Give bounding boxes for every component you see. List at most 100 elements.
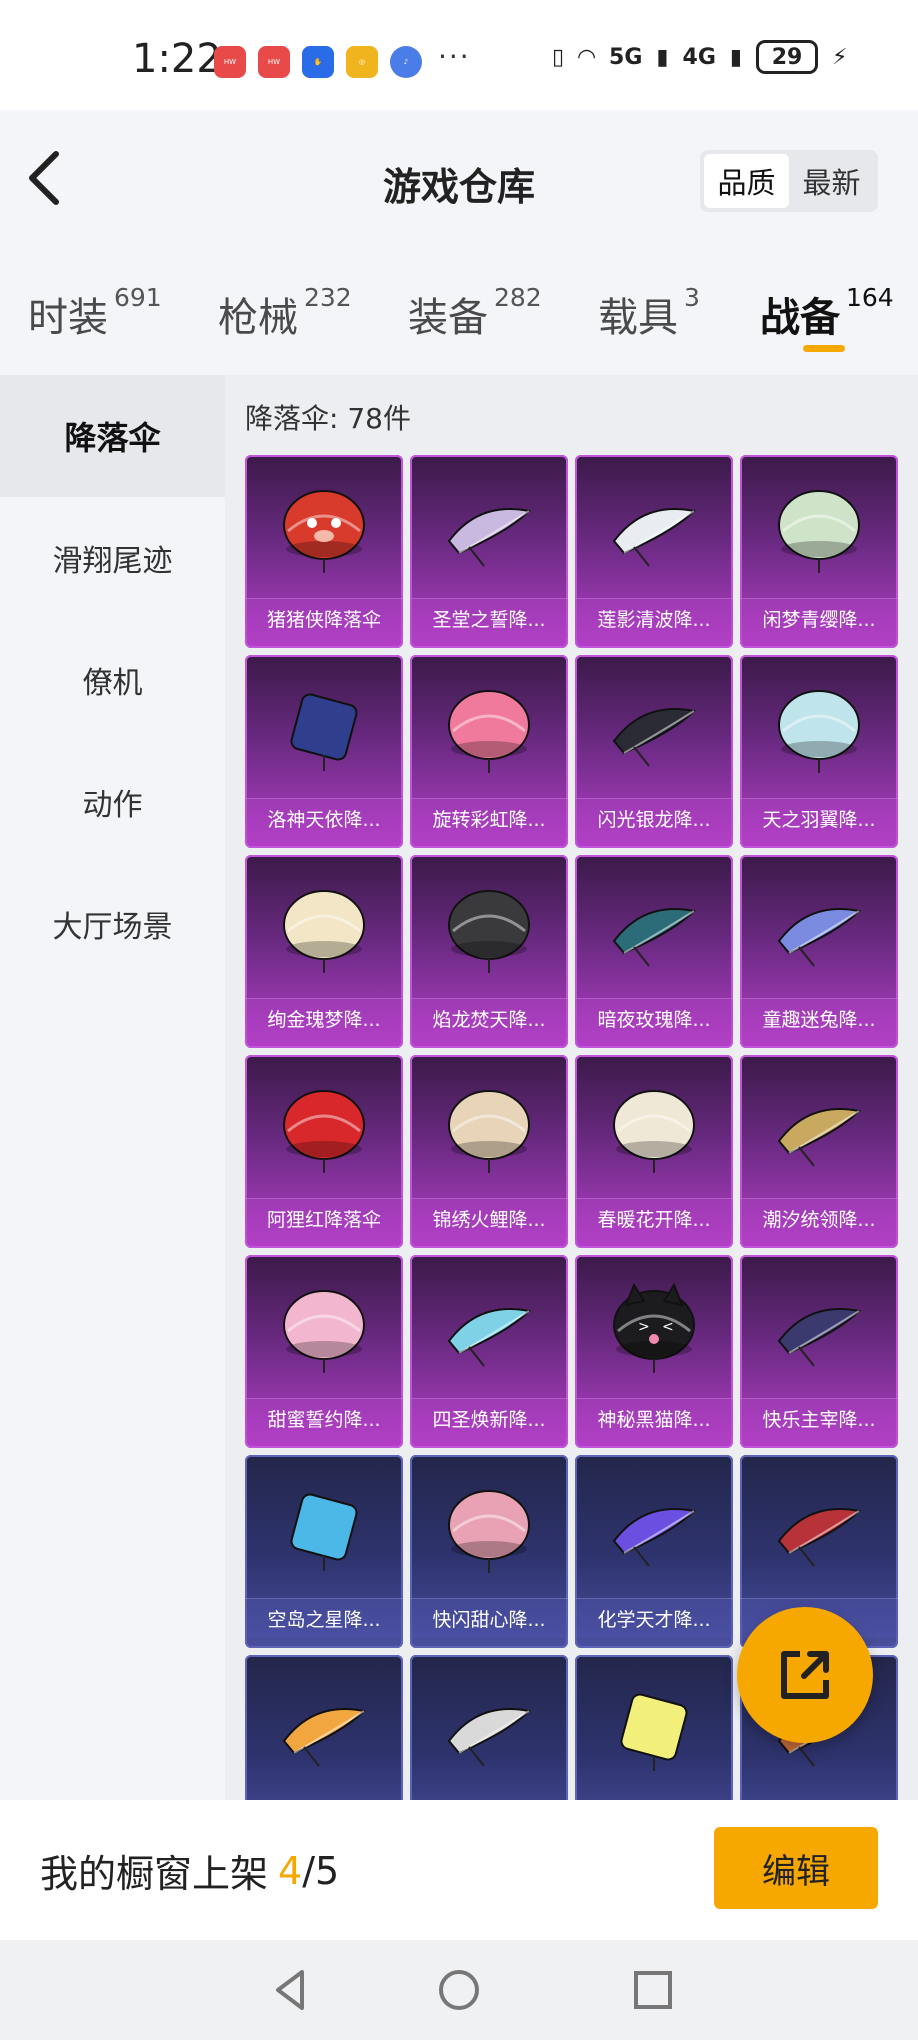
signal-4g-icon: 4G [682,44,716,70]
tab-label: 枪械 [218,295,298,341]
glider-icon [612,1508,697,1567]
nav-recents-icon[interactable] [634,1971,672,2009]
tab-label: 战备 [760,295,840,341]
item-name: 化学天才降... [575,1598,733,1638]
bottom-bar: 我的橱窗上架 4 /5 编辑 [0,1800,918,1940]
tab-fashion[interactable]: 时装 691 [28,283,162,343]
item-name: 四圣焕新降... [410,1398,568,1438]
item-name: 空岛之星降... [245,1598,403,1638]
showcase-total: /5 [302,1848,340,1893]
item-card[interactable]: 圣堂之誓降... [410,455,568,648]
item-card[interactable]: 四圣焕新降... [410,1255,568,1448]
wing-glider-icon [447,508,532,567]
sort-quality-option[interactable]: 品质 [704,154,789,208]
item-card[interactable] [575,1655,733,1800]
item-card[interactable]: 暗夜玫瑰降... [575,855,733,1048]
item-card[interactable]: 空岛之星降... [245,1455,403,1648]
share-button[interactable] [737,1607,873,1743]
item-card[interactable]: 莲影清波降... [575,455,733,648]
sidebar-item-parachute[interactable]: 降落伞 [0,375,225,497]
sort-toggle: 品质 最新 [700,150,878,212]
item-name: 神秘黑猫降... [575,1398,733,1438]
item-card[interactable]: 天之羽翼降... [740,655,898,848]
tab-count: 3 [684,283,700,312]
nav-back-icon[interactable] [276,1970,304,2010]
item-card[interactable] [410,1655,568,1800]
item-card[interactable]: 潮汐统领降... [740,1055,898,1248]
item-card[interactable]: 洛神天依降... [245,655,403,848]
svg-text:>: > [638,1319,650,1335]
item-card[interactable]: 闪光银龙降... [575,655,733,848]
item-name: 莲影清波降... [575,598,733,638]
tab-label: 装备 [408,295,488,341]
parachute-icon [283,1090,365,1173]
system-nav-bar [0,1940,918,2040]
square-parachute-icon [290,1493,358,1571]
glider-icon [777,1508,862,1567]
sidebar-item-lobby-scene[interactable]: 大厅场景 [0,863,225,985]
item-name: 暗夜玫瑰降... [575,998,733,1038]
active-tab-indicator [803,345,845,352]
signal-bars-icon: ▮ [729,44,742,70]
item-name: 圣堂之誓降... [410,598,568,638]
battery-icon: 29 [756,40,818,74]
item-card[interactable]: 闲梦青缨降... [740,455,898,648]
item-card[interactable]: 阿狸红降落伞 [245,1055,403,1248]
hand-app-icon: ✋ [302,46,334,78]
tab-count: 282 [494,283,542,312]
item-card[interactable]: 旋转彩虹降... [410,655,568,848]
notification-icons: HW HW ✋ ◎ ♪ [214,46,422,78]
item-card[interactable]: 猪猪侠降落伞 [245,455,403,648]
status-time: 1:22 [132,36,222,82]
item-name: 快乐主宰降... [740,1398,898,1438]
item-name: 春暖花开降... [575,1198,733,1238]
item-card[interactable] [245,1655,403,1800]
item-card[interactable]: > < 神秘黑猫降... [575,1255,733,1448]
showcase-count: 4 [278,1848,303,1893]
tab-equipment[interactable]: 装备 282 [408,283,542,343]
music-app-icon: ♪ [390,46,422,78]
item-card[interactable]: 锦绣火鲤降... [410,1055,568,1248]
parachute-icon [448,690,530,773]
item-card[interactable]: 化学天才降... [575,1455,733,1648]
glider-icon [447,1708,532,1767]
wifi-icon: ◠ [578,44,596,70]
sidebar-item-glide-trail[interactable]: 滑翔尾迹 [0,497,225,619]
category-tabs: 时装 691 枪械 232 装备 282 载具 3 战备 164 [0,245,918,375]
item-card[interactable]: 童趣迷兔降... [740,855,898,1048]
tab-vehicles[interactable]: 载具 3 [598,283,700,343]
glider-icon [777,908,862,967]
item-name: 旋转彩虹降... [410,798,568,838]
item-panel: 降落伞: 78件 猪猪侠降落伞 圣堂之誓降... 莲影清波降... 闲梦青缨降... 洛… [225,375,918,1800]
tab-guns[interactable]: 枪械 232 [218,283,352,343]
parachute-icon [448,890,530,973]
item-card[interactable]: 春暖花开降... [575,1055,733,1248]
sidebar-item-emote[interactable]: 动作 [0,741,225,863]
sidebar-item-wingman[interactable]: 僚机 [0,619,225,741]
item-name: 闲梦青缨降... [740,598,898,638]
huawei-app-icon: HW [258,46,290,78]
item-card[interactable]: 快闪甜心降... [410,1455,568,1648]
cat-parachute-icon: > < [613,1282,695,1373]
parachute-icon [283,1290,365,1373]
glider-icon [612,708,697,767]
sidebar: 降落伞 滑翔尾迹 僚机 动作 大厅场景 [0,375,225,1800]
item-card[interactable]: 快乐主宰降... [740,1255,898,1448]
glider-icon [777,1308,862,1367]
parachute-icon [778,490,860,573]
game-app-icon: ◎ [346,46,378,78]
item-name: 焰龙焚天降... [410,998,568,1038]
item-card[interactable]: 甜蜜誓约降... [245,1255,403,1448]
glider-icon [612,908,697,967]
item-card[interactable]: 焰龙焚天降... [410,855,568,1048]
item-name: 童趣迷兔降... [740,998,898,1038]
tab-gear[interactable]: 战备 164 [760,283,894,343]
edit-button[interactable]: 编辑 [714,1827,878,1909]
nav-home-icon[interactable] [439,1970,479,2010]
svg-text:<: < [662,1319,674,1335]
page-header: 游戏仓库 品质 最新 [0,110,918,245]
item-name: 锦绣火鲤降... [410,1198,568,1238]
sort-newest-option[interactable]: 最新 [789,154,874,208]
item-card[interactable]: 绚金瑰梦降... [245,855,403,1048]
parachute-icon [778,690,860,773]
